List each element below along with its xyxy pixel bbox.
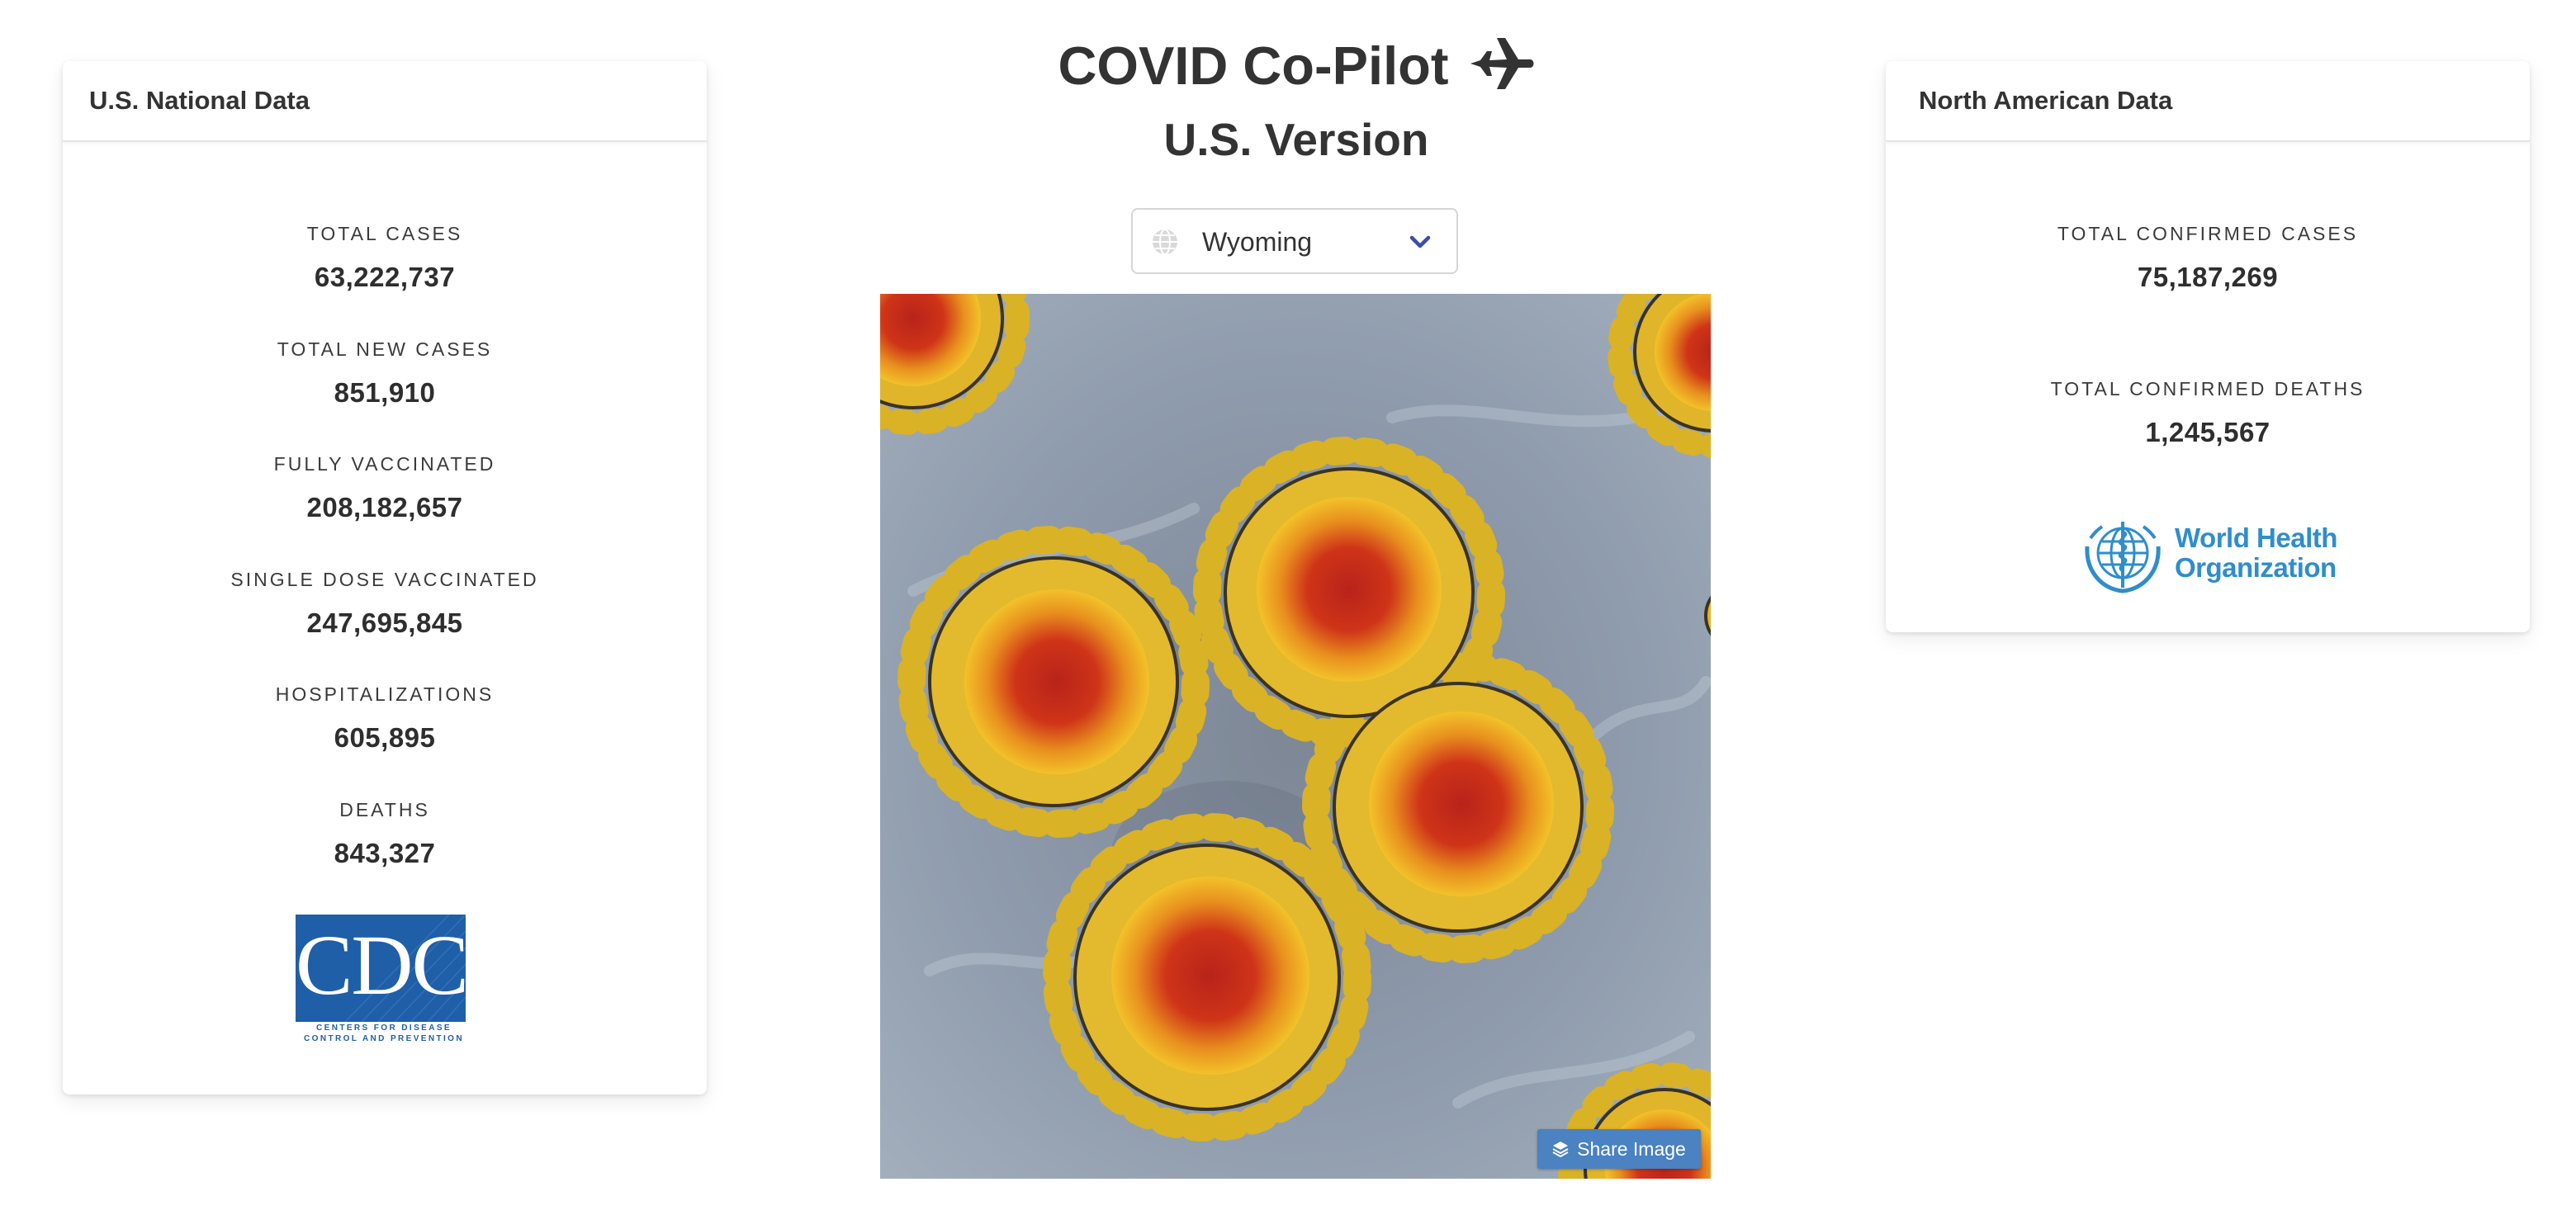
stat-label: DEATHS bbox=[339, 799, 430, 820]
stat-total-new-cases: TOTAL NEW CASES 851,910 bbox=[63, 338, 707, 409]
cdc-logo-line1: CENTERS FOR DISEASE bbox=[316, 1024, 452, 1033]
stat-total-confirmed-deaths: TOTAL CONFIRMED DEATHS 1,245,567 bbox=[1886, 378, 2530, 448]
stat-total-confirmed-cases: TOTAL CONFIRMED CASES 75,187,269 bbox=[1886, 223, 2530, 293]
stat-fully-vaccinated: FULLY VACCINATED 208,182,657 bbox=[63, 453, 707, 523]
state-select-value: Wyoming bbox=[1202, 227, 1313, 257]
stat-label: TOTAL NEW CASES bbox=[277, 338, 493, 360]
na-card-title: North American Data bbox=[1886, 61, 2530, 142]
who-logo-text: World Health Organization bbox=[2175, 523, 2337, 583]
stat-value: 75,187,269 bbox=[2137, 262, 2279, 292]
us-card-title: U.S. National Data bbox=[63, 61, 707, 142]
stat-value: 247,695,845 bbox=[306, 608, 463, 638]
state-select[interactable]: Wyoming bbox=[1131, 208, 1458, 274]
cdc-logo: CDC CENTERS FOR DISEASE CONTROL AND PREV… bbox=[296, 915, 469, 1043]
stat-label: TOTAL CONFIRMED CASES bbox=[2057, 223, 2359, 244]
stat-value: 208,182,657 bbox=[306, 492, 463, 522]
stat-value: 851,910 bbox=[334, 377, 436, 408]
north-american-data-card: North American Data TOTAL CONFIRMED CASE… bbox=[1886, 61, 2530, 632]
stat-value: 1,245,567 bbox=[2145, 417, 2271, 447]
coronavirus-painting bbox=[880, 294, 1711, 1179]
page-title-text: COVID Co-Pilot bbox=[1058, 35, 1449, 96]
cdc-logo-line2: CONTROL AND PREVENTION bbox=[304, 1034, 464, 1043]
stat-label: HOSPITALIZATIONS bbox=[275, 683, 495, 705]
stat-label: TOTAL CONFIRMED DEATHS bbox=[2050, 378, 2365, 399]
who-logo-line1: World Health bbox=[2175, 522, 2337, 553]
stat-hospitalizations: HOSPITALIZATIONS 605,895 bbox=[63, 683, 707, 754]
stat-single-dose-vaccinated: SINGLE DOSE VACCINATED 247,695,845 bbox=[63, 569, 707, 639]
who-emblem-icon bbox=[2085, 522, 2161, 593]
who-logo: World Health Organization bbox=[2077, 513, 2342, 596]
us-national-data-card: U.S. National Data TOTAL CASES 63,222,73… bbox=[63, 61, 707, 1094]
chevron-down-icon[interactable] bbox=[1409, 233, 1432, 251]
cdc-logo-box: CDC bbox=[296, 915, 466, 1022]
stat-label: TOTAL CASES bbox=[306, 223, 463, 244]
page-subtitle: U.S. Version bbox=[1163, 114, 1429, 165]
page-title: COVID Co-Pilot bbox=[908, 33, 1684, 99]
who-logo-line2: Organization bbox=[2175, 552, 2337, 583]
stat-deaths: DEATHS 843,327 bbox=[63, 799, 707, 869]
stat-value: 843,327 bbox=[334, 838, 436, 868]
cdc-logo-text: CDC bbox=[296, 918, 466, 1013]
stat-label: FULLY VACCINATED bbox=[273, 453, 496, 475]
stat-value: 63,222,737 bbox=[314, 262, 456, 292]
stat-total-cases: TOTAL CASES 63,222,737 bbox=[63, 223, 707, 293]
airplane-icon bbox=[1470, 38, 1534, 89]
globe-icon bbox=[1153, 229, 1177, 255]
coronavirus-painting-image bbox=[880, 294, 1711, 1179]
stat-value: 605,895 bbox=[334, 722, 436, 753]
share-image-button[interactable]: Share Image bbox=[1537, 1129, 1701, 1169]
stat-label: SINGLE DOSE VACCINATED bbox=[230, 569, 539, 590]
layers-icon bbox=[1552, 1142, 1569, 1157]
share-image-label: Share Image bbox=[1577, 1137, 1686, 1160]
